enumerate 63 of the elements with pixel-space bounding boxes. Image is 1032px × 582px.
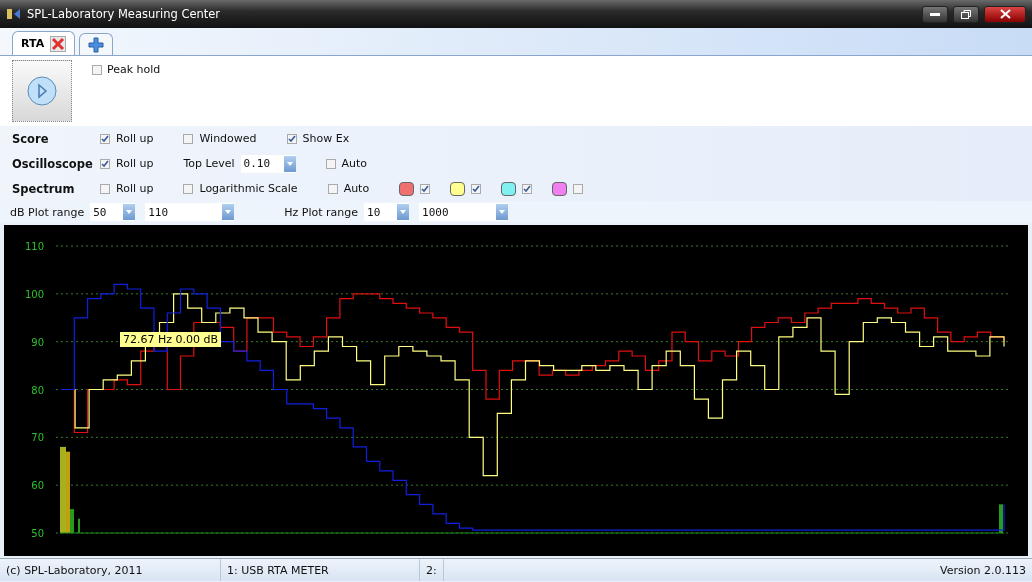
dropdown[interactable]: 110 <box>145 203 235 221</box>
axis-tick-label: 80 <box>31 384 44 396</box>
axis-tick-label: 60 <box>31 480 44 492</box>
checkbox[interactable] <box>286 133 297 144</box>
play-button[interactable] <box>12 60 72 122</box>
checkbox-label: Windowed <box>199 132 257 145</box>
checkbox-label: Roll up <box>116 182 154 195</box>
axis-tick-label: 110 <box>24 241 44 252</box>
field-label: Top Level <box>183 157 235 170</box>
minimize-icon <box>930 12 940 16</box>
checkbox-label: Auto <box>341 157 368 170</box>
checkbox[interactable] <box>522 183 533 194</box>
checkbox[interactable] <box>100 158 110 169</box>
close-button[interactable] <box>984 5 1026 23</box>
checkbox[interactable] <box>573 183 584 194</box>
checkbox[interactable] <box>420 183 431 194</box>
checkbox[interactable] <box>183 183 194 194</box>
axis-tick-label: 90 <box>31 336 44 348</box>
color-swatch[interactable] <box>552 181 568 196</box>
checkbox[interactable] <box>471 183 482 194</box>
app-icon <box>6 7 22 21</box>
checkbox-label: Peak hold <box>107 63 161 76</box>
field-label: dB Plot range <box>10 205 85 219</box>
add-tab[interactable] <box>79 33 114 55</box>
window-title: SPL-Laboratory Measuring Center <box>27 7 221 21</box>
play-icon <box>26 75 58 107</box>
field-label: Hz Plot range <box>284 205 358 219</box>
checkbox-label: Logarithmic Scale <box>199 182 298 195</box>
cursor-tooltip: 72.67 Hz 0.00 dB <box>120 332 222 347</box>
dropdown[interactable]: 10 <box>364 203 409 221</box>
section-label: Score <box>12 131 50 146</box>
restore-icon <box>961 9 971 19</box>
checkbox[interactable] <box>183 133 194 144</box>
checkbox[interactable] <box>325 158 336 169</box>
checkbox-label: Show Ex <box>302 132 350 145</box>
checkbox-label: Roll up <box>116 132 154 145</box>
axis-tick-label: 50 <box>31 528 44 539</box>
checkbox[interactable] <box>327 183 338 194</box>
section-label: Oscilloscope <box>12 156 94 171</box>
restore-button[interactable] <box>953 5 979 23</box>
status-text: 2: <box>420 559 444 581</box>
color-swatch[interactable] <box>501 181 517 196</box>
color-swatch[interactable] <box>399 181 415 196</box>
status-text: (c) SPL-Laboratory, 2011 <box>0 559 221 581</box>
tab[interactable]: RTA <box>12 31 76 55</box>
plus-icon <box>88 36 105 53</box>
status-text: 1: USB RTA METER <box>221 559 420 581</box>
checkbox[interactable] <box>100 183 110 194</box>
close-icon[interactable] <box>50 35 67 52</box>
minimize-button[interactable] <box>922 5 948 23</box>
checkbox[interactable] <box>92 64 102 75</box>
close-icon <box>999 9 1011 19</box>
section-label: Spectrum <box>12 181 76 196</box>
dropdown[interactable]: 50 <box>90 203 136 221</box>
checkbox-label: Auto <box>343 182 370 195</box>
axis-tick-label: 70 <box>31 432 44 444</box>
checkbox[interactable] <box>100 133 110 144</box>
axis-tick-label: 100 <box>24 288 44 300</box>
dropdown[interactable]: 0.10 <box>240 154 296 173</box>
checkbox-label: Roll up <box>116 157 154 170</box>
dropdown[interactable]: 1000 <box>419 203 508 221</box>
color-swatch[interactable] <box>450 181 466 196</box>
status-text: Version 2.0.113 <box>939 562 1027 579</box>
